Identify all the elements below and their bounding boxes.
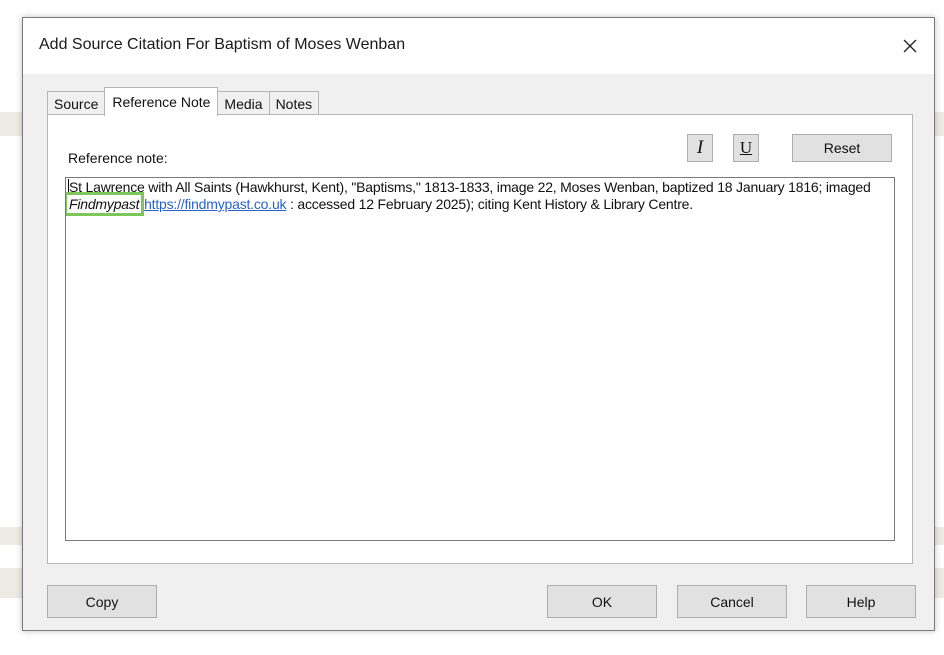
italic-button[interactable]: I [687,134,713,162]
close-icon [903,39,917,53]
tab-reference-note[interactable]: Reference Note [104,87,219,116]
underline-button[interactable]: U [733,134,759,162]
note-text-before: St Lawrence with All Saints (Hawkhurst, … [69,179,871,195]
reset-button[interactable]: Reset [792,134,892,162]
reference-note-textbox[interactable]: St Lawrence with All Saints (Hawkhurst, … [65,177,895,541]
ok-button[interactable]: OK [547,585,657,618]
reference-note-label: Reference note: [68,150,168,166]
tab-source[interactable]: Source [47,91,106,115]
copy-button[interactable]: Copy [47,585,157,618]
tab-strip: Source Reference Note Media Notes [47,87,320,116]
dialog-title: Add Source Citation For Baptism of Moses… [39,36,406,53]
note-text-after: : accessed 12 February 2025); citing Ken… [286,196,693,212]
note-italic-website: Findmypast [66,192,145,216]
note-link[interactable]: https://findmypast.co.uk [144,196,286,212]
close-button[interactable] [892,28,928,64]
dialog-titlebar: Add Source Citation For Baptism of Moses… [23,18,934,74]
help-button[interactable]: Help [806,585,916,618]
tab-media[interactable]: Media [217,91,270,115]
tab-notes[interactable]: Notes [268,91,320,115]
cancel-button[interactable]: Cancel [677,585,787,618]
source-citation-dialog: Add Source Citation For Baptism of Moses… [22,17,935,631]
reference-note-panel: Reference note: I U Reset St Lawrence wi… [47,114,913,564]
